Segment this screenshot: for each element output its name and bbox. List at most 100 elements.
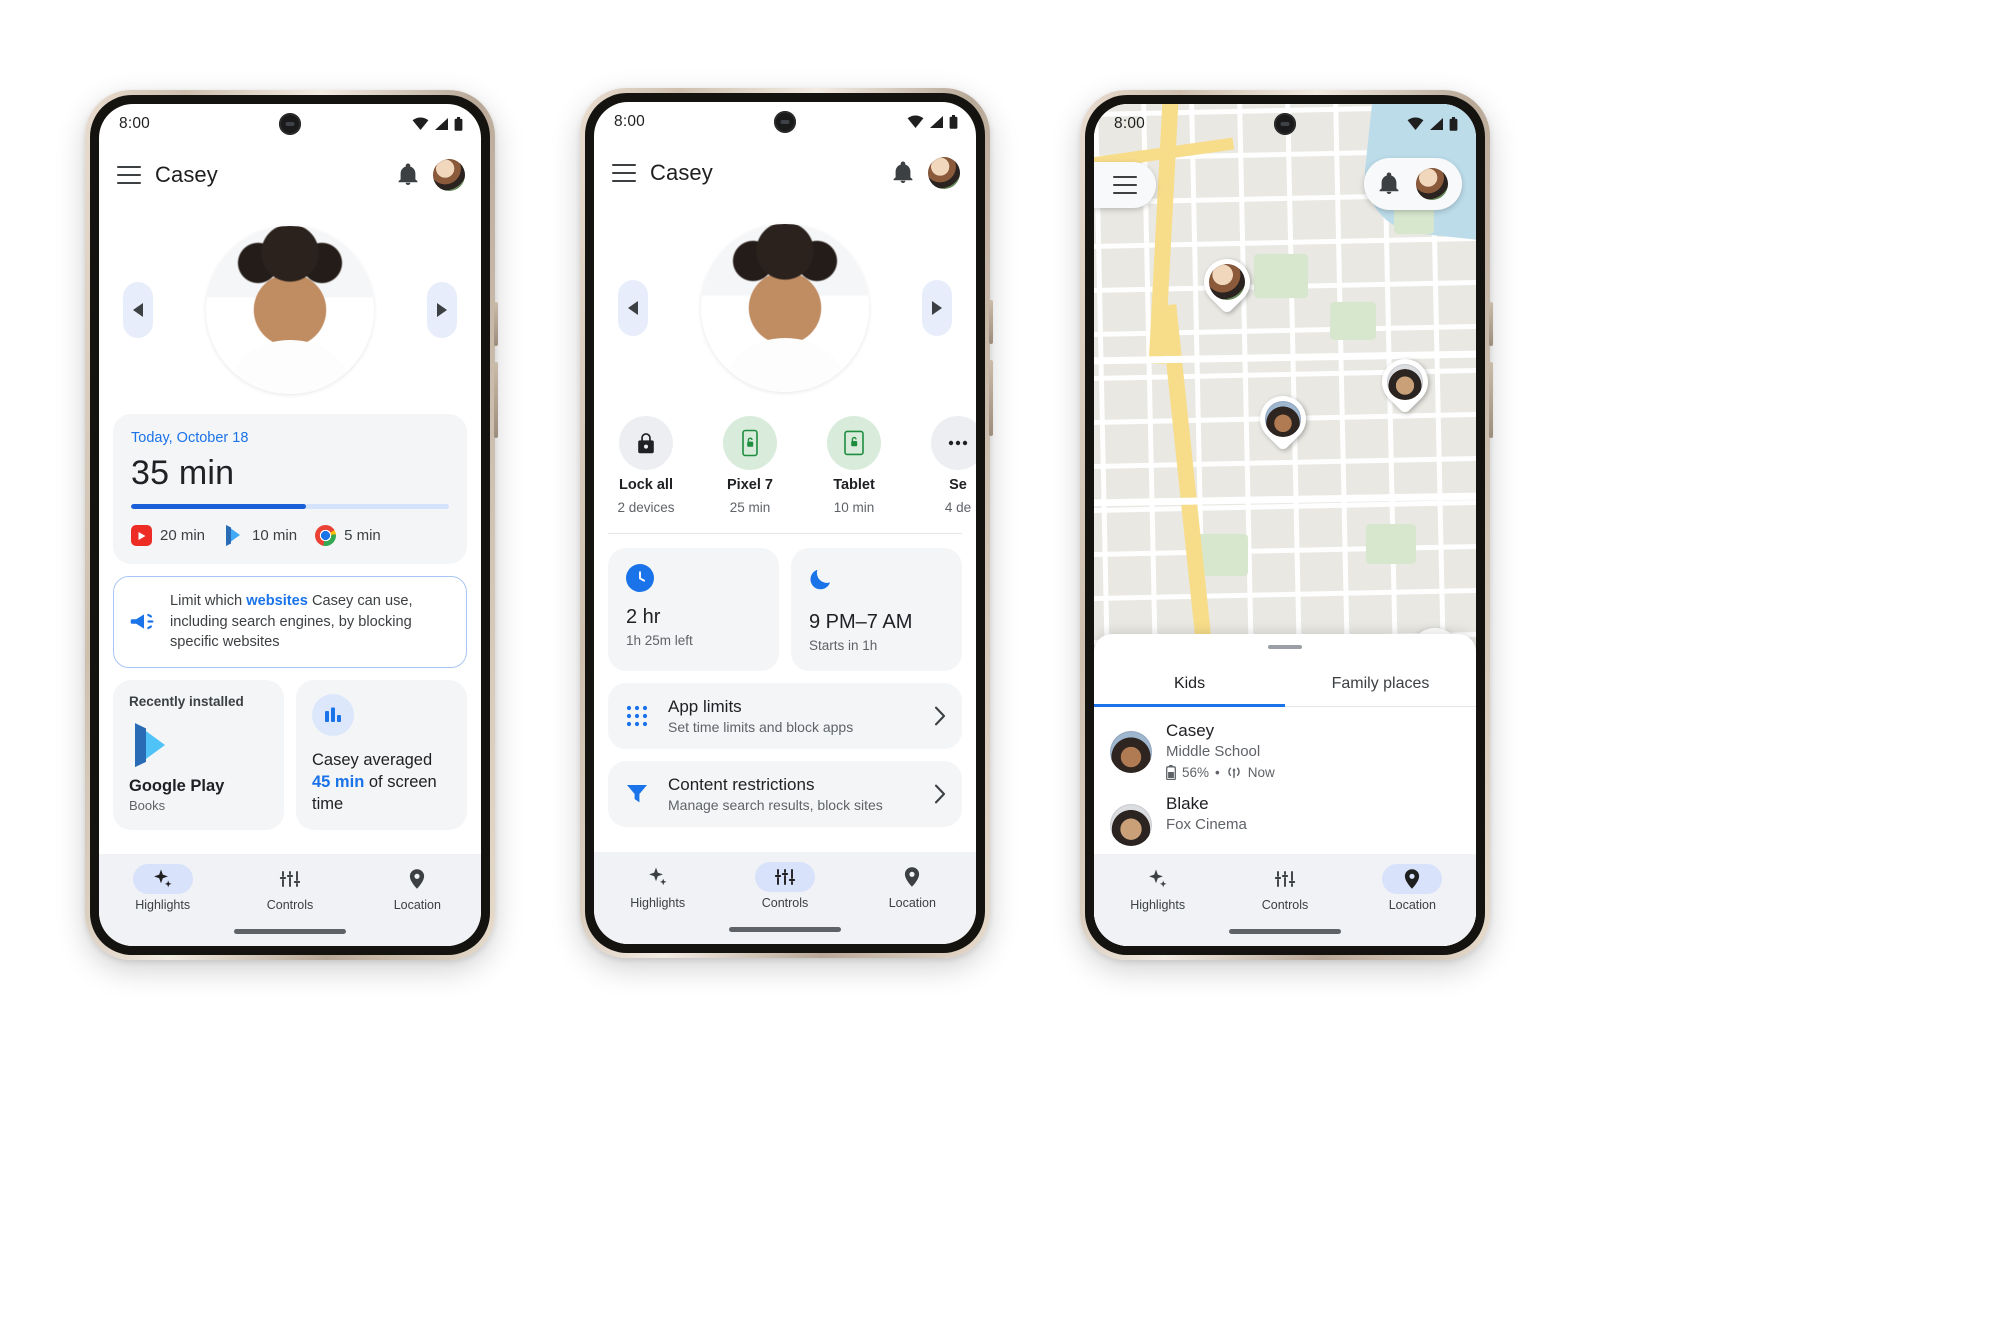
avatar[interactable] [1416,168,1448,200]
app-bar: Casey [594,142,976,204]
map-park [1254,254,1308,298]
map-park [1330,302,1376,340]
chevron-left-icon[interactable] [123,282,153,338]
map-marker-parent[interactable] [1194,249,1260,315]
gesture-bar[interactable] [729,927,841,932]
status-clock: 8:00 [119,115,150,132]
tile-value: 9 PM–7 AM [809,611,913,633]
clock-icon [626,564,654,592]
app-name: Google Play [129,777,225,796]
battery-icon [454,117,463,131]
controls-content: 2 hr 1h 25m left 9 PM–7 AM Starts in 1h … [594,548,976,827]
nav-label: Location [1388,898,1436,912]
chevron-left-icon[interactable] [618,280,648,336]
nav-label: Location [393,898,441,912]
list-item[interactable]: Blake Fox Cinema [1094,780,1476,847]
divider [608,533,962,534]
highlights-content: Today, October 18 35 min 20 min 10 min 5… [99,414,481,831]
list-item[interactable]: Casey Middle School 56% • Now [1094,707,1476,781]
websites-tip-card[interactable]: Limit which websites Casey can use, incl… [113,576,467,669]
hamburger-menu-icon[interactable] [117,166,141,184]
page-title: Casey [650,160,713,185]
signal-icon [435,118,448,130]
gesture-bar[interactable] [234,929,346,934]
nav-highlights[interactable]: Highlights [99,864,226,912]
device-pixel-7[interactable]: Pixel 7 25 min [698,416,802,515]
tile-sub: Starts in 1h [809,638,878,653]
kid-name: Blake [1166,794,1209,814]
nav-controls[interactable]: Controls [226,864,353,912]
device-lock-all[interactable]: Lock all 2 devices [594,416,698,515]
child-photo-casey[interactable] [701,224,869,392]
device-tablet[interactable]: Tablet 10 min [802,416,906,515]
row-title: App limits [668,697,742,716]
kid-name: Casey [1166,721,1215,741]
volume-button[interactable] [1489,362,1493,438]
sheet-grabber[interactable] [1268,645,1302,650]
row-text: App limits Set time limits and block app… [668,697,916,735]
notifications-bell-icon[interactable] [1378,172,1400,196]
chevron-right-icon[interactable] [427,282,457,338]
power-button[interactable] [1489,302,1493,346]
volume-button[interactable] [989,360,993,436]
recently-installed-card[interactable]: Recently installed Google Play Books [113,680,284,831]
device-name: Lock all [619,477,673,493]
row-desc: Set time limits and block apps [668,719,854,735]
bottom-navigation: Highlights Controls Location [1094,854,1476,946]
hamburger-menu-icon[interactable] [612,164,636,182]
phone-3-location: 8:00 Kids Family places Casey Middle Sch… [1080,90,1493,960]
nav-highlights[interactable]: Highlights [1094,864,1221,912]
device-sub: 4 de [944,500,972,515]
average-screen-time-card[interactable]: Casey averaged 45 min of screen time [296,680,467,831]
screen-time-progress [131,504,449,509]
row-content-restrictions[interactable]: Content restrictions Manage search resul… [608,761,962,827]
notifications-bell-icon[interactable] [397,163,419,187]
screenshot-canvas: 8:00 Casey Today, October 18 35 min 20 m… [0,0,2000,1333]
nav-location[interactable]: Location [1349,864,1476,912]
location-pin-icon [387,864,447,894]
app-time: 5 min [344,527,381,544]
kid-battery: 56% [1182,765,1210,781]
nav-location[interactable]: Location [849,862,976,910]
screen-time-card[interactable]: Today, October 18 35 min 20 min 10 min 5… [113,414,467,564]
megaphone-icon [130,613,154,630]
avatar[interactable] [928,157,960,189]
row-app-limits[interactable]: App limits Set time limits and block app… [608,683,962,749]
nav-highlights[interactable]: Highlights [594,862,721,910]
chevron-right-icon [934,784,946,804]
map-marker-blake[interactable] [1372,349,1438,415]
gesture-bar[interactable] [1229,929,1341,934]
tab-family-places[interactable]: Family places [1285,663,1476,706]
nav-location[interactable]: Location [354,864,481,912]
power-button[interactable] [989,300,993,344]
device-sub: 2 devices [617,500,675,515]
row-title: Content restrictions [668,775,815,794]
wifi-icon [907,115,924,128]
volume-button[interactable] [494,362,498,438]
nav-label: Controls [761,896,809,910]
chevron-right-icon[interactable] [922,280,952,336]
nav-controls[interactable]: Controls [1221,864,1348,912]
daily-limit-tile[interactable]: 2 hr 1h 25m left [608,548,779,671]
signal-waves-icon [1228,767,1240,778]
map-marker-casey[interactable] [1250,386,1316,452]
power-button[interactable] [494,302,498,346]
chrome-icon [315,525,337,546]
child-photo-casey[interactable] [206,226,374,394]
hamburger-menu-icon[interactable] [1094,162,1156,208]
device-sub: 10 min [833,500,875,515]
device-more[interactable]: Se 4 de [906,416,976,515]
app-time: 10 min [252,527,298,544]
nav-label: Controls [266,898,314,912]
phone-3-screen: 8:00 Kids Family places Casey Middle Sch… [1094,104,1476,946]
notifications-bell-icon[interactable] [892,161,914,185]
nav-controls[interactable]: Controls [721,862,848,910]
tab-kids[interactable]: Kids [1094,663,1285,708]
chevron-right-icon [934,706,946,726]
kid-place: Fox Cinema [1166,816,1247,834]
nav-label: Highlights [630,896,686,910]
avatar[interactable] [433,159,465,191]
bedtime-tile[interactable]: 9 PM–7 AM Starts in 1h [791,548,962,671]
average-text: Casey averaged 45 min of screen time [312,751,437,813]
phone-2-screen: 8:00 Casey Lock all 2 devices Pixel 7 25… [594,102,976,944]
